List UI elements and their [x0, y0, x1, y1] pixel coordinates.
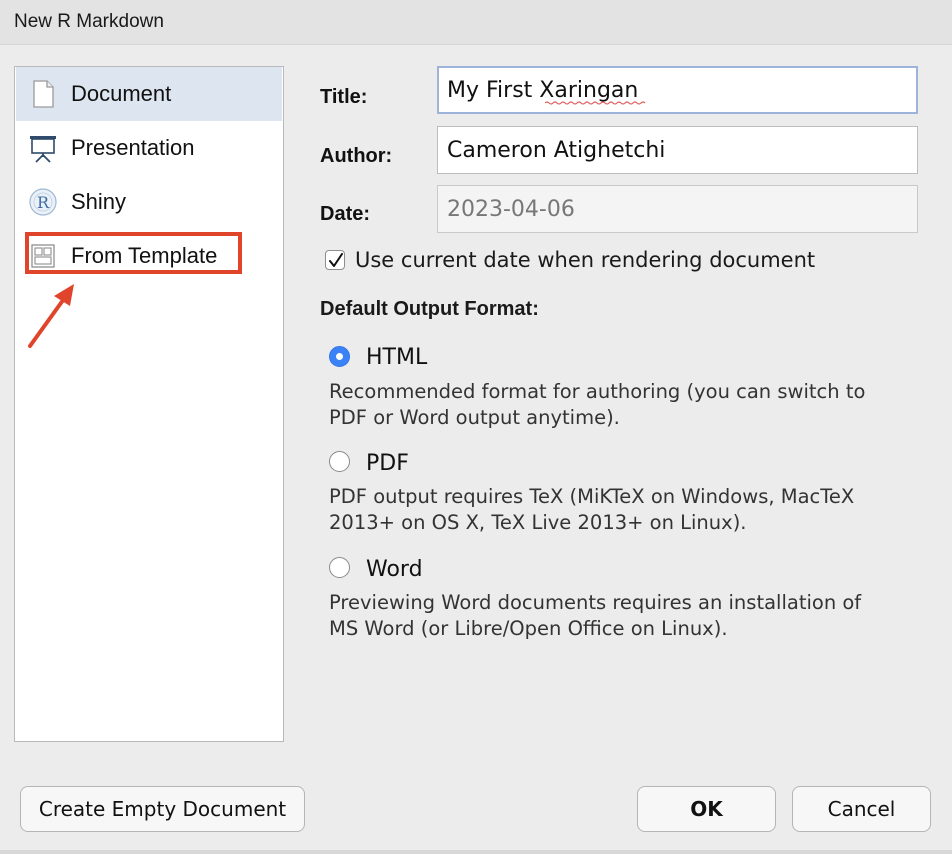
spellcheck-underline [545, 101, 646, 105]
author-input[interactable] [437, 126, 918, 174]
window-bottom-edge [0, 850, 952, 854]
shiny-r-icon: R [28, 187, 58, 217]
sidebar-item-label: Shiny [71, 189, 127, 214]
window-title: New R Markdown [14, 11, 164, 32]
option-label-html: HTML [366, 345, 428, 370]
sidebar-item-label: Document [71, 81, 172, 106]
checkmark-icon [329, 253, 343, 267]
desc-line: PDF or Word output anytime). [329, 406, 620, 429]
sidebar-item-presentation[interactable]: Presentation [16, 121, 282, 175]
radio-word[interactable] [329, 557, 350, 578]
desc-line: 2013+ on OS X, TeX Live 2013+ on Linux). [329, 511, 747, 534]
sidebar-item-shiny[interactable]: R Shiny [16, 175, 282, 229]
output-format-heading: Default Output Format: [320, 298, 539, 320]
desc-line: PDF output requires TeX (MiKTeX on Windo… [329, 485, 855, 508]
desc-line: MS Word (or Libre/Open Office on Linux). [329, 617, 728, 640]
author-label: Author: [320, 145, 393, 167]
title-input[interactable] [437, 66, 918, 114]
annotation-arrow-icon [28, 284, 74, 348]
desc-line: Previewing Word documents requires an in… [329, 591, 862, 614]
svg-text:R: R [37, 193, 50, 212]
cancel-button[interactable]: Cancel [792, 786, 931, 832]
option-label-word: Word [366, 557, 423, 582]
document-icon [28, 79, 58, 109]
ok-button[interactable]: OK [637, 786, 776, 832]
annotation-highlight-box [25, 232, 242, 274]
title-label: Title: [320, 86, 368, 108]
desc-line: Recommended format for authoring (you ca… [329, 380, 866, 403]
option-desc-word: Previewing Word documents requires an in… [329, 590, 929, 642]
radio-html[interactable] [329, 346, 350, 367]
date-label: Date: [320, 203, 371, 225]
use-current-date-checkbox[interactable] [325, 250, 345, 270]
radio-pdf[interactable] [329, 451, 350, 472]
date-input[interactable] [437, 185, 918, 233]
use-current-date-label: Use current date when rendering document [355, 248, 816, 272]
presentation-icon [28, 133, 58, 163]
sidebar-item-document[interactable]: Document [16, 67, 282, 121]
title-bar: New R Markdown [0, 0, 952, 45]
template-type-list: Document Presentation R Shiny From Templ… [14, 66, 284, 742]
option-label-pdf: PDF [366, 451, 409, 476]
sidebar-item-label: Presentation [71, 135, 195, 160]
option-desc-pdf: PDF output requires TeX (MiKTeX on Windo… [329, 484, 929, 536]
create-empty-document-button[interactable]: Create Empty Document [20, 786, 305, 832]
option-desc-html: Recommended format for authoring (you ca… [329, 379, 929, 431]
